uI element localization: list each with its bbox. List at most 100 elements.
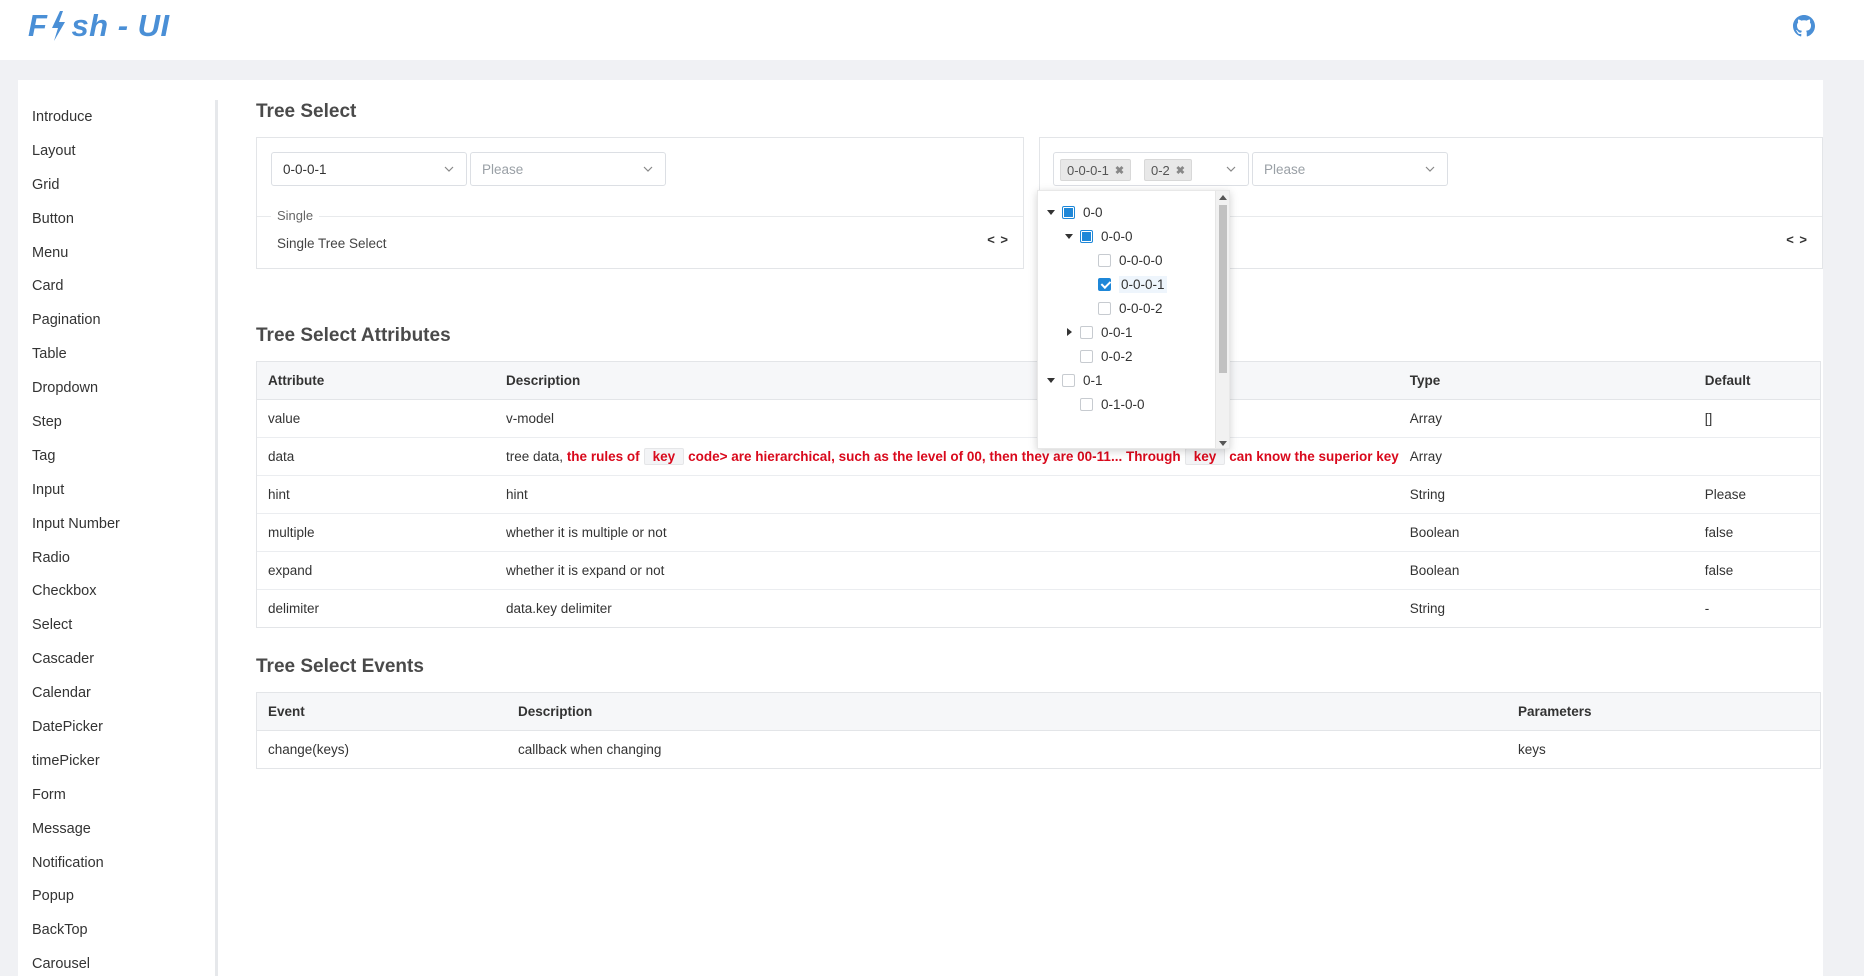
tree-node-checkbox[interactable]: [1062, 373, 1075, 387]
inline-code: key: [643, 447, 685, 465]
sidebar-item-layout[interactable]: Layout: [18, 141, 218, 175]
cell-description: tree data, the rules of key code> are hier…: [495, 437, 1399, 476]
column-header: Attribute: [257, 362, 495, 400]
tree-node[interactable]: 0-0-0-0: [1082, 249, 1163, 271]
sidebar-item-message[interactable]: Message: [18, 819, 218, 853]
chevron-down-icon: [643, 166, 653, 172]
cell-parameters: keys: [1518, 741, 1546, 757]
scroll-up-icon[interactable]: [1219, 195, 1227, 200]
sidebar-item-step[interactable]: Step: [18, 412, 218, 446]
bolt-icon: [52, 11, 66, 41]
tag-close-icon[interactable]: ✖: [1176, 164, 1185, 177]
cell-description: callback when changing: [518, 741, 662, 757]
tree-node-label: 0-0-0-0: [1119, 252, 1163, 268]
logo-text-right: sh - UI: [71, 8, 170, 43]
table-row: delimiter data.key delimiter String -: [257, 589, 1820, 627]
tree-node-checkbox[interactable]: [1080, 325, 1093, 339]
caret-down-icon[interactable]: [1046, 375, 1056, 385]
cell-type: Array: [1398, 399, 1694, 438]
caret-right-icon[interactable]: [1064, 327, 1074, 337]
tree-node-label: 0-0-2: [1101, 348, 1133, 364]
tree-node[interactable]: 0-0-0: [1064, 225, 1133, 247]
tree-node[interactable]: 0-1-0-0: [1064, 393, 1145, 415]
tree-node[interactable]: 0-0-2: [1064, 345, 1133, 367]
selected-tag: 0-2 ✖: [1144, 159, 1193, 181]
tree-node[interactable]: 0-0-1: [1064, 321, 1133, 343]
cell-type: String: [1398, 475, 1694, 514]
sidebar-item-dropdown[interactable]: Dropdown: [18, 378, 218, 412]
scroll-down-icon[interactable]: [1219, 441, 1227, 446]
cell-default: Please: [1693, 475, 1820, 514]
sidebar-item-table[interactable]: Table: [18, 344, 218, 378]
tree-select-multiple[interactable]: 0-0-0-1 ✖ 0-2 ✖: [1053, 152, 1249, 186]
caret-down-icon[interactable]: [1046, 207, 1056, 217]
cell-description: v-model: [495, 399, 1399, 438]
tree-node[interactable]: 0-1: [1046, 369, 1103, 391]
scrollbar[interactable]: [1215, 191, 1229, 448]
column-header: Description: [507, 693, 1507, 731]
sidebar: Introduce Layout Grid Button Menu Card Paginat…: [18, 80, 218, 976]
sidebar-item-notification[interactable]: Notification: [18, 853, 218, 887]
tag-close-icon[interactable]: ✖: [1115, 164, 1124, 177]
sidebar-item-checkbox[interactable]: Checkbox: [18, 581, 218, 615]
tree-select-empty[interactable]: Please: [1252, 152, 1448, 186]
sidebar-item-tag[interactable]: Tag: [18, 446, 218, 480]
sidebar-item-calendar[interactable]: Calendar: [18, 683, 218, 717]
tree-select-value: 0-0-0-1: [283, 162, 327, 177]
code-toggle-button[interactable]: < >: [987, 232, 1009, 247]
tree-node-checkbox[interactable]: [1080, 397, 1093, 411]
sidebar-item-input[interactable]: Input: [18, 480, 218, 514]
cell-type: String: [1409, 600, 1446, 616]
tree-select-empty[interactable]: Please: [470, 152, 666, 186]
tree-node-checkbox[interactable]: [1098, 277, 1111, 291]
sidebar-item-menu[interactable]: Menu: [18, 243, 218, 277]
tree-node-checkbox[interactable]: [1098, 301, 1111, 315]
column-header: Default: [1693, 362, 1820, 400]
sidebar-item-form[interactable]: Form: [18, 785, 218, 819]
scroll-thumb[interactable]: [1219, 205, 1227, 373]
chevron-down-icon: [1226, 166, 1236, 172]
logo[interactable]: F sh - UI: [28, 8, 170, 44]
tree-node-label: 0-1: [1083, 372, 1103, 388]
sidebar-item-card[interactable]: Card: [18, 276, 218, 310]
tree-node[interactable]: 0-0-0-2: [1082, 297, 1163, 319]
desc-red: the rules of: [566, 448, 640, 464]
sidebar-item-input-number[interactable]: Input Number: [18, 514, 218, 548]
tree-node[interactable]: 0-0: [1046, 201, 1103, 223]
tree-indent-spacer: [1082, 303, 1092, 313]
sidebar-item-grid[interactable]: Grid: [18, 175, 218, 209]
chevron-down-icon: [444, 166, 454, 172]
column-header: Parameters: [1507, 693, 1820, 731]
tree-node[interactable]: 0-0-0-1: [1082, 273, 1167, 295]
tree-indent-spacer: [1064, 351, 1074, 361]
sidebar-item-cascader[interactable]: Cascader: [18, 649, 218, 683]
events-table: Event Description Parameters change(keys…: [256, 692, 1821, 769]
sidebar-item-popup[interactable]: Popup: [18, 886, 218, 920]
inline-code: key: [1184, 447, 1226, 465]
sidebar-item-radio[interactable]: Radio: [18, 548, 218, 582]
cell-attribute: data: [257, 437, 495, 476]
github-icon[interactable]: [1793, 15, 1815, 37]
sidebar-item-button[interactable]: Button: [18, 209, 218, 243]
caret-down-icon[interactable]: [1064, 231, 1074, 241]
sidebar-item-carousel[interactable]: Carousel: [18, 954, 218, 976]
tree-indent-spacer: [1064, 399, 1074, 409]
tree-node-checkbox[interactable]: [1080, 349, 1093, 363]
sidebar-item-backtop[interactable]: BackTop: [18, 920, 218, 954]
cell-default: [1693, 437, 1820, 476]
code-toggle-button[interactable]: < >: [1786, 232, 1808, 247]
tree-select-placeholder: Please: [482, 162, 524, 177]
sidebar-item-datepicker[interactable]: DatePicker: [18, 717, 218, 751]
sidebar-item-pagination[interactable]: Pagination: [18, 310, 218, 344]
sidebar-item-introduce[interactable]: Introduce: [18, 107, 218, 141]
tree-node-checkbox[interactable]: [1080, 229, 1093, 243]
demo-meta: Single Single Tree Select < >: [257, 208, 1023, 251]
sidebar-item-select[interactable]: Select: [18, 615, 218, 649]
tree-node-checkbox[interactable]: [1098, 253, 1111, 267]
tree-node-checkbox[interactable]: [1062, 205, 1075, 219]
demo-description: Single Tree Select: [277, 236, 387, 251]
sidebar-item-timepicker[interactable]: timePicker: [18, 751, 218, 785]
tree-select-placeholder: Please: [1264, 162, 1306, 177]
tree-select-single[interactable]: 0-0-0-1: [271, 152, 467, 186]
cell-event: change(keys): [268, 741, 350, 757]
